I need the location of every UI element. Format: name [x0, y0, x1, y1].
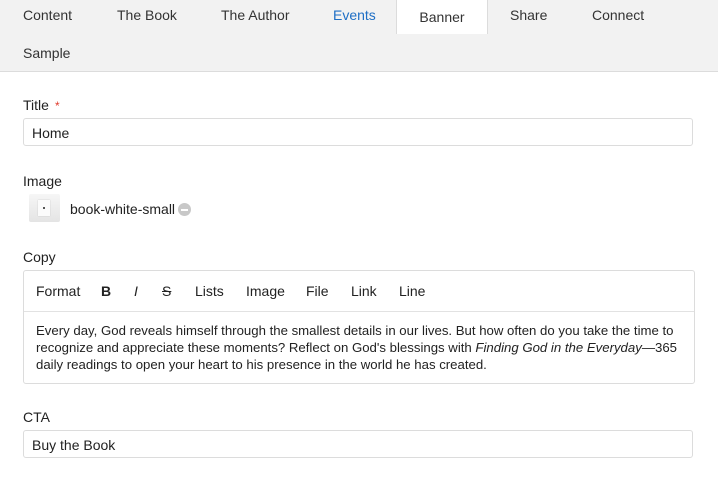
line-button[interactable]: Line — [399, 283, 425, 299]
tab-share[interactable]: Share — [510, 7, 547, 23]
rich-text-editor[interactable]: Format B I S Lists Image File Link Line … — [23, 270, 695, 384]
tab-the-author[interactable]: The Author — [221, 7, 290, 23]
image-button[interactable]: Image — [246, 283, 285, 299]
image-thumbnail[interactable] — [29, 194, 60, 222]
editor-content[interactable]: Every day, God reveals himself through t… — [36, 322, 686, 373]
copy-label: Copy — [23, 249, 56, 265]
editor-toolbar: Format B I S Lists Image File Link Line — [24, 271, 694, 312]
copy-book-title: Finding God in the Everyday — [475, 340, 642, 355]
image-filename: book-white-small — [70, 201, 176, 217]
required-asterisk: * — [54, 99, 60, 113]
tab-connect[interactable]: Connect — [592, 7, 644, 23]
bold-button[interactable]: B — [101, 283, 111, 299]
book-image — [38, 200, 50, 216]
strikethrough-button[interactable]: S — [162, 283, 171, 299]
lists-button[interactable]: Lists — [195, 283, 224, 299]
tab-content[interactable]: Content — [23, 7, 72, 23]
title-input[interactable]: Home — [23, 118, 693, 146]
remove-icon[interactable] — [178, 203, 191, 216]
link-button[interactable]: Link — [351, 283, 377, 299]
tab-events[interactable]: Events — [333, 7, 376, 23]
tab-sample[interactable]: Sample — [23, 45, 70, 61]
title-label-text: Title — [23, 97, 49, 113]
title-label: Title * — [23, 97, 60, 113]
italic-button[interactable]: I — [134, 283, 138, 299]
image-label: Image — [23, 173, 62, 189]
cta-label: CTA — [23, 409, 50, 425]
cta-input[interactable]: Buy the Book — [23, 430, 693, 458]
format-button[interactable]: Format — [36, 283, 80, 299]
tab-banner[interactable]: Banner — [396, 0, 488, 34]
tab-bar: Content The Book The Author Events Banne… — [0, 0, 718, 72]
tab-the-book[interactable]: The Book — [117, 7, 177, 23]
file-button[interactable]: File — [306, 283, 329, 299]
